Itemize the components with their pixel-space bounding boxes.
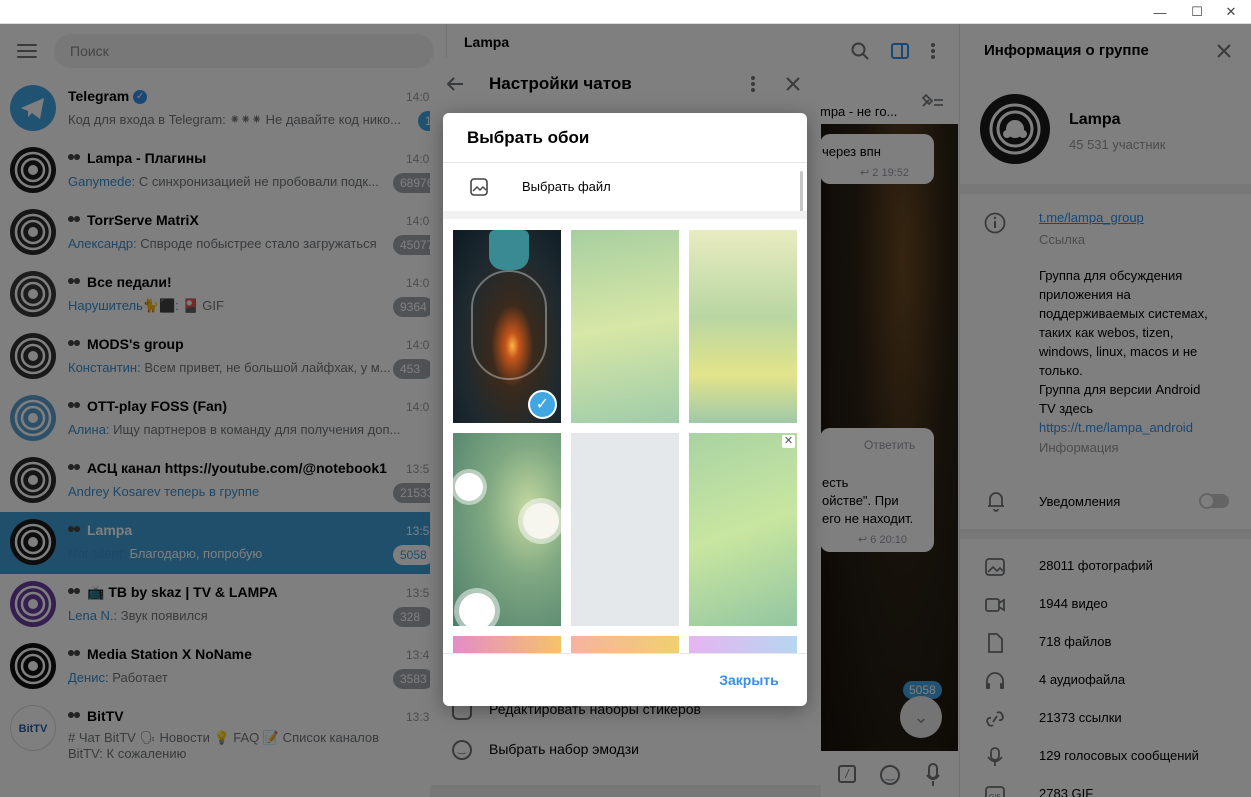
bulb-glass: [471, 270, 547, 380]
scrollbar[interactable]: [800, 171, 803, 215]
choose-wallpaper-dialog: Выбрать обои Выбрать файл ✓ ✕ Закрыть: [443, 113, 807, 706]
section-divider: [443, 211, 807, 219]
wallpaper-tile[interactable]: [571, 433, 679, 626]
wallpaper-tile[interactable]: [571, 636, 679, 653]
wallpaper-tile[interactable]: [689, 636, 797, 653]
wallpaper-grid: ✓ ✕: [443, 219, 807, 653]
flower-shape: [455, 473, 483, 501]
flower-shape: [523, 503, 559, 539]
wallpaper-tile[interactable]: [453, 636, 561, 653]
wallpaper-tile[interactable]: [453, 433, 561, 626]
wallpaper-tile[interactable]: [689, 230, 797, 423]
choose-file-row[interactable]: Выбрать файл: [443, 163, 807, 211]
close-window-button[interactable]: ✕: [1211, 0, 1251, 24]
wallpaper-tile[interactable]: ✓: [453, 230, 561, 423]
flower-shape: [459, 593, 495, 626]
choose-file-label: Выбрать файл: [522, 179, 611, 194]
remove-icon[interactable]: ✕: [782, 435, 795, 448]
lamp-socket: [489, 230, 529, 270]
wallpaper-tile[interactable]: ✕: [689, 433, 797, 626]
wallpaper-tile[interactable]: [571, 230, 679, 423]
selected-check-icon: ✓: [528, 390, 557, 419]
window-titlebar: — ☐ ✕: [0, 0, 1251, 24]
image-icon: [470, 178, 488, 196]
minimize-button[interactable]: —: [1140, 0, 1180, 24]
divider: [443, 653, 807, 654]
close-dialog-button[interactable]: Закрыть: [709, 667, 789, 693]
dialog-title: Выбрать обои: [467, 128, 590, 147]
